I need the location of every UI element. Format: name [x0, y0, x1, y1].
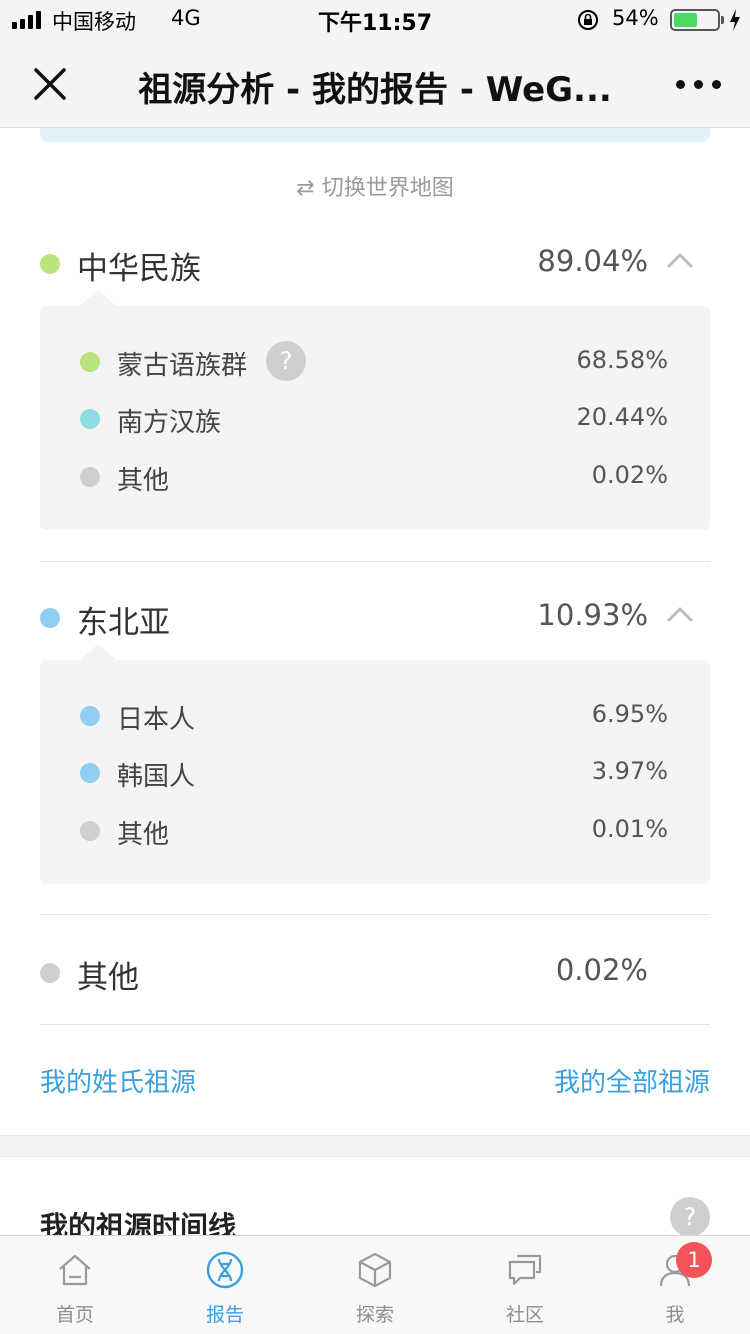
chevron-up-icon[interactable]: [666, 250, 694, 270]
divider: [40, 914, 710, 915]
subgroup-name: 日本人: [117, 705, 196, 735]
tab-label: 首页: [55, 1304, 94, 1326]
ancestry-group-header: 其他 0.02%: [40, 947, 710, 997]
subgroup-row: 其他 0.02%: [40, 457, 710, 497]
all-origin-link[interactable]: 我的全部祖源: [554, 1062, 710, 1099]
battery-percent: 54%: [612, 6, 659, 30]
subgroup-panel: 蒙古语族群 ? 68.58% 南方汉族 20.44% 其他 0.02%: [40, 290, 710, 530]
rotation-lock-icon: [578, 10, 598, 30]
subgroup-name: 其他: [117, 820, 170, 850]
group-color-dot: [40, 963, 60, 983]
home-icon: [59, 1254, 91, 1286]
subgroup-color-dot: [80, 467, 100, 487]
battery-tip: [721, 16, 724, 24]
tab-label: 社区: [505, 1304, 544, 1326]
status-bar: 中国移动 4G 下午11:57 54%: [0, 0, 750, 40]
group-color-dot: [40, 254, 60, 274]
subgroup-color-dot: [80, 352, 100, 372]
tab-community[interactable]: 社区: [450, 1236, 600, 1334]
subgroup-row: 日本人 6.95%: [40, 696, 710, 736]
group-name: 中华民族: [77, 251, 201, 287]
subgroup-panel: 日本人 6.95% 韩国人 3.97% 其他 0.01%: [40, 644, 710, 884]
group-percent: 0.02%: [555, 953, 648, 987]
subgroup-row: 其他 0.01%: [40, 811, 710, 851]
group-percent: 89.04%: [537, 244, 648, 278]
chevron-up-icon[interactable]: [666, 604, 694, 624]
chat-icon: [508, 1254, 542, 1286]
tab-report[interactable]: 报告: [150, 1236, 300, 1334]
group-name: 其他: [77, 960, 139, 996]
subgroup-row: 蒙古语族群 ? 68.58%: [40, 341, 710, 382]
subgroup-percent: 20.44%: [576, 403, 668, 431]
charging-bolt-icon: [730, 9, 740, 31]
cube-icon: [358, 1252, 392, 1288]
bottom-tab-bar: 首页 报告 探索 社区 1 我: [0, 1235, 750, 1334]
subgroup-percent: 68.58%: [576, 346, 668, 374]
subgroup-name: 韩国人: [117, 762, 196, 792]
subgroup-name: 南方汉族: [117, 408, 222, 438]
tab-label: 探索: [355, 1304, 394, 1326]
subgroup-row: 南方汉族 20.44%: [40, 399, 710, 439]
dna-icon: [206, 1251, 244, 1289]
close-icon[interactable]: [30, 64, 70, 104]
divider: [40, 561, 710, 562]
subgroup-row: 韩国人 3.97%: [40, 753, 710, 793]
tab-label: 报告: [205, 1304, 244, 1326]
subgroup-percent: 0.02%: [591, 461, 668, 489]
group-name: 东北亚: [77, 605, 170, 641]
more-options-icon[interactable]: [676, 80, 721, 89]
subgroup-percent: 3.97%: [591, 757, 668, 785]
tab-me[interactable]: 1 我: [600, 1236, 750, 1334]
subgroup-name: 其他: [117, 466, 170, 496]
subgroup-color-dot: [80, 821, 100, 841]
group-color-dot: [40, 608, 60, 628]
navigation-bar: 祖源分析 - 我的报告 - WeG...: [0, 40, 750, 128]
divider: [40, 1024, 710, 1025]
ancestry-group-header[interactable]: 中华民族 89.04%: [40, 238, 710, 288]
tab-explore[interactable]: 探索: [300, 1236, 450, 1334]
help-icon[interactable]: ?: [266, 341, 306, 381]
notification-badge: 1: [676, 1242, 712, 1278]
tab-home[interactable]: 首页: [0, 1236, 150, 1334]
page-title: 祖源分析 - 我的报告 - WeG...: [138, 70, 612, 110]
group-percent: 10.93%: [537, 598, 648, 632]
tab-label: 我: [665, 1304, 685, 1326]
subgroup-percent: 0.01%: [591, 815, 668, 843]
subgroup-color-dot: [80, 409, 100, 429]
battery-icon: [670, 9, 720, 31]
ancestry-group-header[interactable]: 东北亚 10.93%: [40, 592, 710, 642]
subgroup-name: 蒙古语族群: [117, 351, 248, 381]
world-map-bottom-edge: [40, 128, 710, 142]
surname-origin-link[interactable]: 我的姓氏祖源: [40, 1062, 196, 1099]
section-separator: [0, 1135, 750, 1157]
subgroup-percent: 6.95%: [591, 700, 668, 728]
switch-world-map-link[interactable]: ⇄ 切换世界地图: [0, 170, 750, 202]
subgroup-color-dot: [80, 763, 100, 783]
subgroup-color-dot: [80, 706, 100, 726]
help-icon[interactable]: ?: [670, 1197, 710, 1237]
